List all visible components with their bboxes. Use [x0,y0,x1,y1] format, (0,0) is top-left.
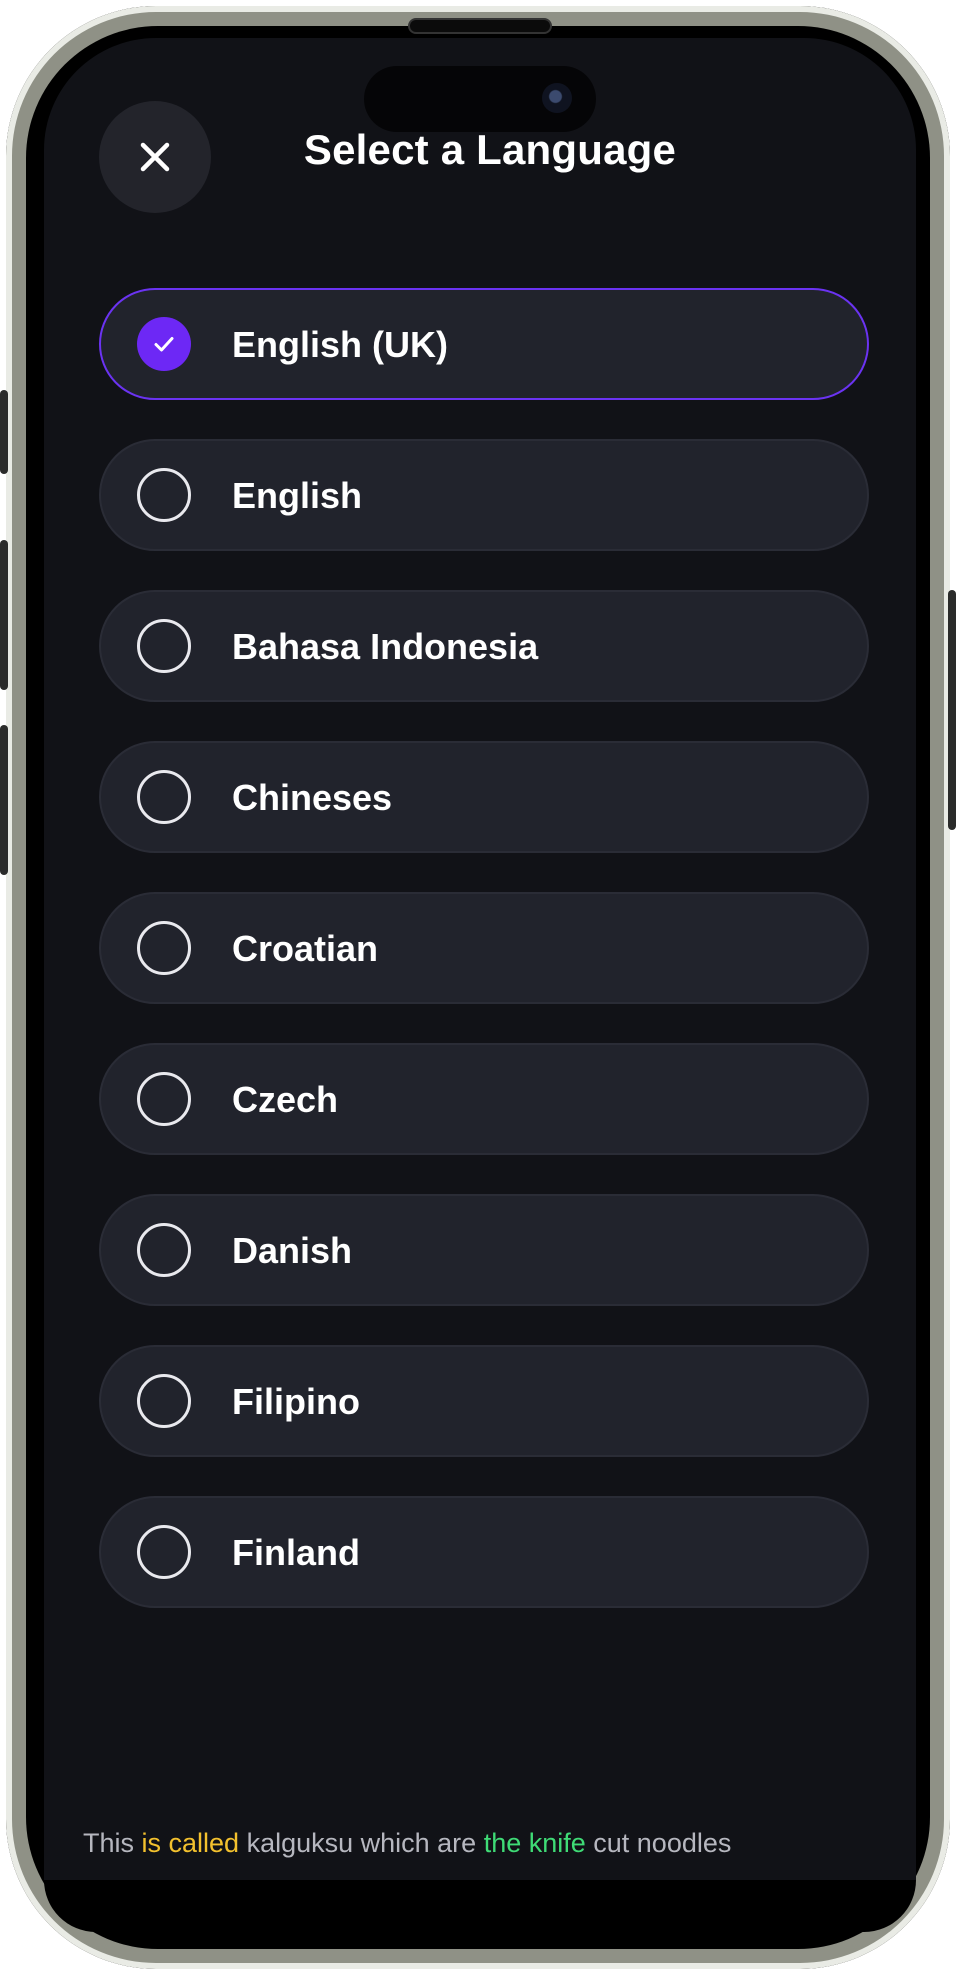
language-option-chineses[interactable]: Chineses [99,741,869,853]
earpiece-speaker [408,18,552,34]
language-option-english[interactable]: English [99,439,869,551]
radio-checked[interactable] [137,317,191,371]
language-label: English (UK) [232,324,448,365]
bottom-bezel [44,1880,916,1932]
radio-unchecked[interactable] [137,1525,191,1579]
radio-unchecked[interactable] [137,921,191,975]
phone-side-button [0,725,8,875]
caption-highlight-green: the knife [483,1828,586,1858]
caption-text: cut noodles [585,1828,732,1858]
caption-text: kalguksu which are [239,1828,484,1858]
language-label: Danish [232,1230,353,1271]
radio-unchecked[interactable] [137,1374,191,1428]
dynamic-island [364,66,596,132]
phone-side-button [0,540,8,690]
front-camera-icon [542,83,572,113]
radio-unchecked[interactable] [137,770,191,824]
phone-side-button [0,390,8,474]
language-label: Finland [232,1532,360,1573]
radio-unchecked[interactable] [137,1072,191,1126]
language-option-english-uk[interactable]: English (UK) [99,288,869,400]
app-screen: Select a Language English (UK) English B… [44,38,916,1880]
check-icon [154,337,174,352]
language-label: Bahasa Indonesia [232,626,539,667]
phone-side-button [948,590,956,830]
language-option-finland[interactable]: Finland [99,1496,869,1608]
page-title: Select a Language [303,126,677,173]
radio-unchecked[interactable] [137,468,191,522]
caption-text: This [83,1828,142,1858]
language-label: Chineses [232,777,393,818]
caption-highlight-yellow: is called [141,1828,240,1858]
language-option-danish[interactable]: Danish [99,1194,869,1306]
language-label: Croatian [232,928,379,969]
radio-unchecked[interactable] [137,1223,191,1277]
language-option-croatian[interactable]: Croatian [99,892,869,1004]
radio-unchecked[interactable] [137,619,191,673]
bottom-caption: This is called kalguksu which are the kn… [83,1828,731,1859]
language-label: English [232,475,363,516]
language-label: Czech [232,1079,339,1120]
language-option-bahasa-indonesia[interactable]: Bahasa Indonesia [99,590,869,702]
language-list: English (UK) English Bahasa Indonesia Ch… [99,288,869,1647]
language-option-filipino[interactable]: Filipino [99,1345,869,1457]
language-option-czech[interactable]: Czech [99,1043,869,1155]
language-label: Filipino [232,1381,360,1422]
